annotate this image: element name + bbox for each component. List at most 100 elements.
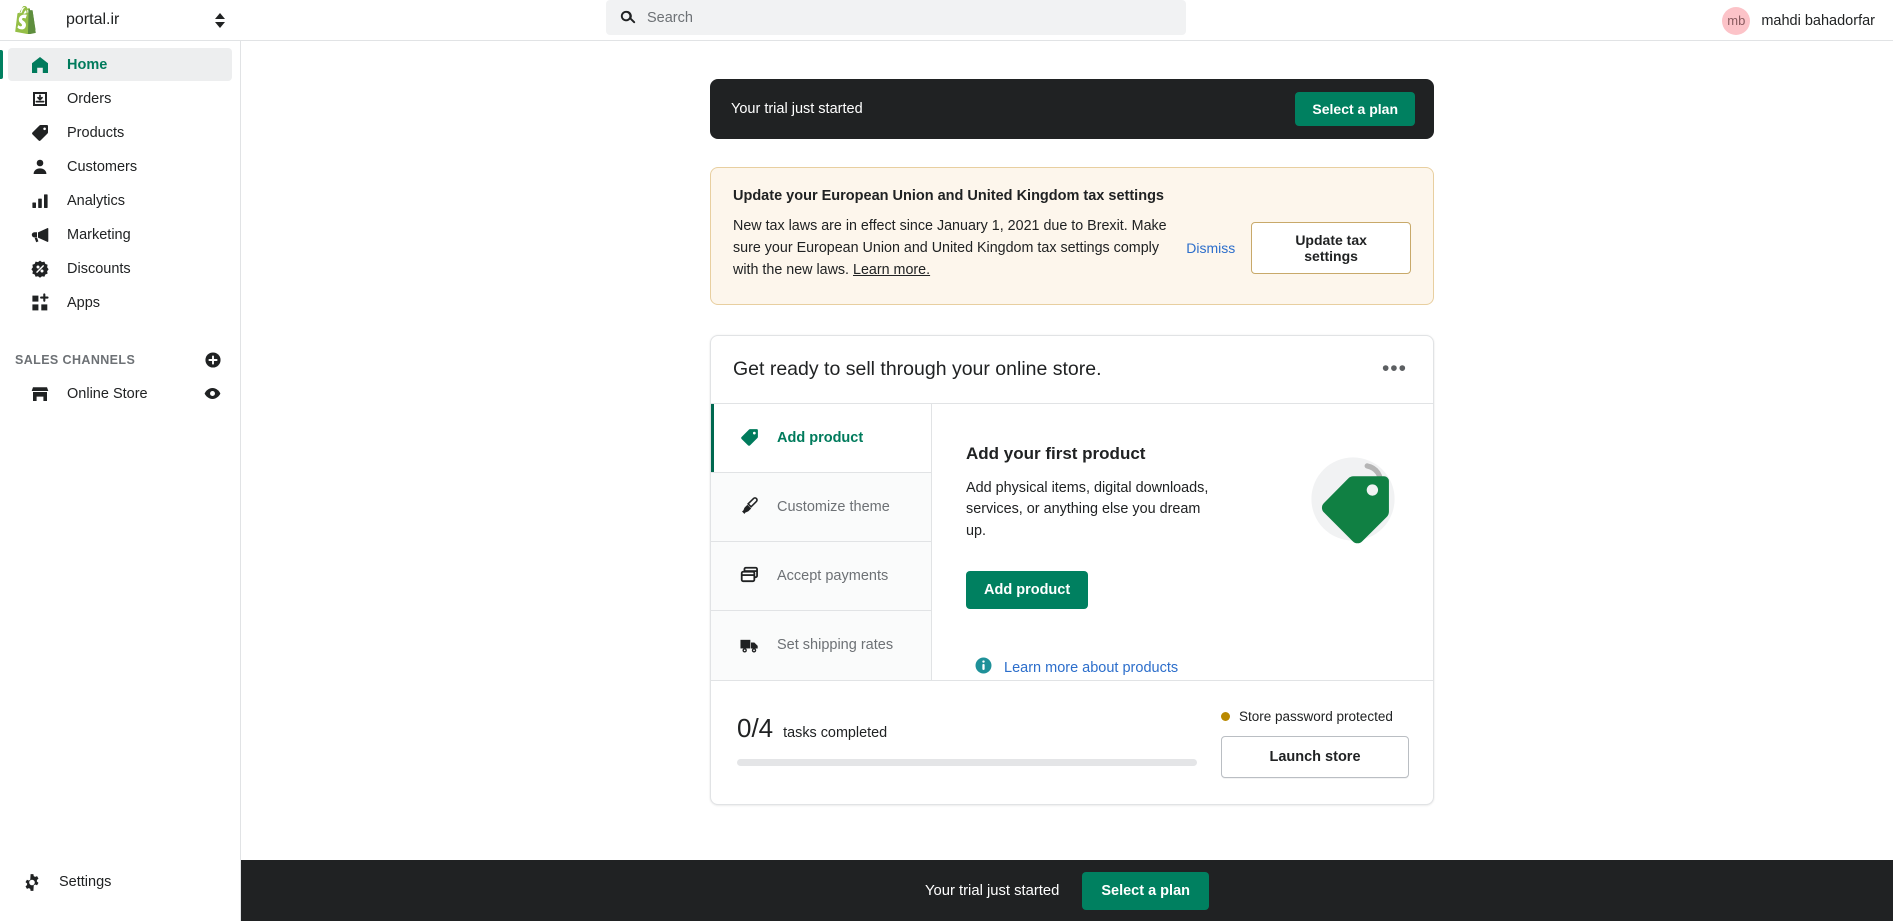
info-circle-icon [974, 656, 993, 680]
paintbrush-icon [739, 496, 760, 517]
search-icon [618, 8, 637, 27]
search-box[interactable] [606, 0, 1186, 35]
sidebar-item-products[interactable]: Products [8, 116, 232, 149]
sales-channels-header: SALES CHANNELS [8, 345, 232, 375]
sidebar-item-home[interactable]: Home [0, 48, 232, 81]
launch-store-button[interactable]: Launch store [1221, 736, 1409, 779]
add-product-button[interactable]: Add product [966, 571, 1089, 610]
tax-banner-text: New tax laws are in effect since January… [733, 216, 1186, 282]
main-content: Your trial just started Select a plan Up… [241, 41, 1893, 921]
footer-actions: Store password protected Launch store [1221, 709, 1409, 779]
setup-card-body: Add product Customize theme Accept payme… [711, 403, 1433, 681]
home-icon [30, 55, 50, 75]
product-tag-illustration [1301, 447, 1405, 610]
shipping-truck-icon [739, 635, 760, 656]
search-input[interactable] [647, 2, 1147, 33]
payments-card-icon [739, 565, 760, 586]
user-name-label: mahdi bahadorfar [1761, 12, 1875, 29]
sidebar-item-customers[interactable]: Customers [8, 150, 232, 183]
sidebar: Home Orders Products Customers Analytics… [0, 41, 241, 921]
sidebar-item-apps[interactable]: Apps [8, 286, 232, 319]
ellipsis-horizontal-icon[interactable]: ••• [1380, 358, 1409, 379]
status-badge [1221, 712, 1230, 722]
bottom-select-plan-button[interactable]: Select a plan [1082, 871, 1209, 910]
sidebar-item-label: Discounts [67, 260, 131, 277]
sidebar-item-label: Home [67, 56, 108, 73]
eye-view-icon[interactable] [203, 384, 222, 403]
sidebar-item-label: Analytics [67, 192, 126, 209]
task-label: Accept payments [777, 567, 889, 584]
task-accept-payments[interactable]: Accept payments [711, 541, 931, 611]
top-bar: portal.ir mb mahdi bahadorfar [0, 0, 1893, 41]
sidebar-item-online-store[interactable]: Online Store [8, 377, 232, 410]
user-menu[interactable]: mb mahdi bahadorfar [1714, 0, 1883, 41]
sidebar-primary-nav: Home Orders Products Customers Analytics… [0, 41, 240, 319]
sales-channels-title: SALES CHANNELS [15, 353, 136, 367]
task-label: Add product [777, 429, 864, 446]
progress-count: 0/4 [737, 713, 774, 744]
marketing-megaphone-icon [30, 225, 50, 245]
product-tag-icon [739, 427, 760, 448]
avatar: mb [1722, 6, 1751, 35]
task-label: Set shipping rates [777, 637, 894, 654]
select-plan-button[interactable]: Select a plan [1295, 92, 1415, 126]
task-add-product[interactable]: Add product [711, 403, 931, 473]
bottom-bar-text: Your trial just started [925, 882, 1060, 899]
setup-card-title: Get ready to sell through your online st… [733, 357, 1102, 380]
apps-grid-plus-icon [30, 292, 50, 313]
progress-bar [737, 759, 1197, 767]
bottom-trial-bar: Your trial just started Select a plan [241, 860, 1893, 921]
sidebar-item-label: Products [67, 124, 125, 141]
status-label: Store password protected [1239, 709, 1393, 725]
learn-more-link[interactable]: Learn more. [853, 262, 930, 278]
content-column: Your trial just started Select a plan Up… [710, 41, 1434, 806]
tax-banner-actions: Dismiss Update tax settings [1186, 216, 1411, 274]
setup-card-header: Get ready to sell through your online st… [711, 336, 1433, 404]
sidebar-item-label: Settings [59, 874, 112, 890]
learn-more-label: Learn more about products [1004, 660, 1179, 677]
task-detail-inner: Add your first product Add physical item… [932, 444, 1433, 610]
trial-banner-text: Your trial just started [731, 101, 863, 117]
sidebar-item-settings[interactable]: Settings [0, 865, 241, 899]
setup-task-detail: Add your first product Add physical item… [932, 404, 1433, 681]
sidebar-item-label: Customers [67, 158, 138, 175]
store-name-label: portal.ir [66, 11, 120, 28]
discount-badge-icon [30, 259, 50, 279]
task-detail-description: Add physical items, digital downloads, s… [966, 479, 1209, 540]
setup-guide-card: Get ready to sell through your online st… [710, 334, 1434, 806]
task-set-shipping-rates[interactable]: Set shipping rates [711, 610, 931, 680]
progress-summary: 0/4 tasks completed [737, 713, 1197, 744]
orders-inbox-icon [30, 89, 50, 109]
tax-banner-paragraph: New tax laws are in effect since January… [733, 218, 1167, 278]
setup-task-list: Add product Customize theme Accept payme… [711, 403, 932, 681]
task-detail-text: Add your first product Add physical item… [966, 444, 1296, 610]
sidebar-item-label: Orders [67, 90, 112, 107]
tax-settings-banner: Update your European Union and United Ki… [710, 167, 1434, 305]
progress-block: 0/4 tasks completed [737, 709, 1197, 767]
dismiss-button[interactable]: Dismiss [1186, 240, 1235, 256]
product-tag-icon [30, 123, 50, 143]
learn-more-about-products-link[interactable]: Learn more about products [974, 656, 1433, 680]
customer-person-icon [30, 157, 50, 177]
sidebar-item-label: Online Store [67, 385, 148, 402]
sidebar-item-analytics[interactable]: Analytics [8, 184, 232, 217]
tax-banner-body: New tax laws are in effect since January… [733, 216, 1411, 282]
analytics-bars-icon [30, 191, 50, 211]
task-customize-theme[interactable]: Customize theme [711, 472, 931, 542]
sort-updown-icon[interactable] [215, 12, 225, 28]
task-label: Customize theme [777, 498, 890, 515]
add-circle-icon[interactable] [204, 351, 222, 369]
store-status: Store password protected [1221, 709, 1409, 724]
sidebar-item-label: Marketing [67, 226, 131, 243]
sidebar-item-marketing[interactable]: Marketing [8, 218, 232, 251]
sidebar-item-discounts[interactable]: Discounts [8, 252, 232, 285]
storefront-icon [30, 384, 50, 404]
task-detail-title: Add your first product [966, 443, 1146, 463]
sidebar-item-orders[interactable]: Orders [8, 82, 232, 115]
update-tax-settings-button[interactable]: Update tax settings [1251, 222, 1411, 274]
progress-caption: tasks completed [783, 725, 888, 742]
store-switcher[interactable]: portal.ir [0, 0, 241, 41]
gear-icon [22, 872, 42, 892]
trial-banner: Your trial just started Select a plan [710, 79, 1434, 139]
tax-banner-title: Update your European Union and United Ki… [733, 188, 1164, 204]
